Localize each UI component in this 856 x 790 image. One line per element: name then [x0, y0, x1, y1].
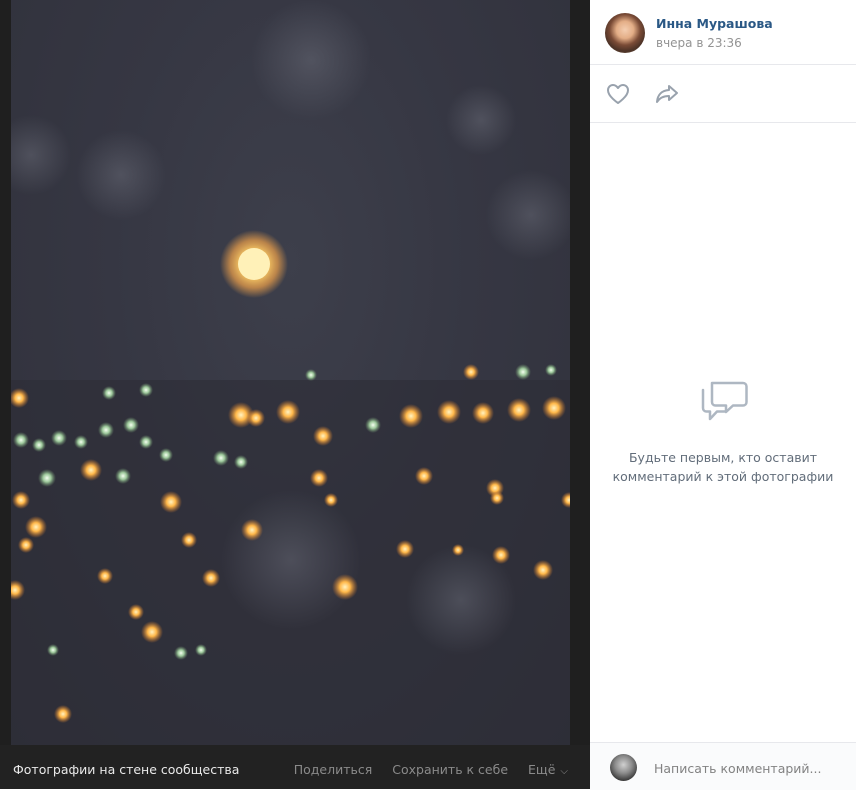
photo-actions: Поделиться Сохранить к себе Ещё ⌵: [294, 762, 568, 777]
author-header: Инна Мурашова вчера в 23:36: [590, 0, 856, 65]
comment-input[interactable]: Написать комментарий...: [654, 761, 821, 776]
speech-bubbles-icon: [701, 381, 748, 421]
night-city-photo[interactable]: [11, 0, 570, 745]
more-menu[interactable]: Ещё ⌵: [528, 762, 568, 777]
share-arrow-icon: [656, 85, 678, 103]
photo-pane: Фотографии на стене сообщества Поделитьс…: [0, 0, 590, 789]
empty-comments-text: Будьте первым, кто оставит комментарий к…: [590, 448, 856, 486]
author-avatar[interactable]: [605, 13, 645, 53]
album-caption-link[interactable]: Фотографии на стене сообщества: [13, 762, 239, 777]
empty-text-line-2: комментарий к этой фотографии: [612, 469, 834, 484]
comments-empty-state: Будьте первым, кто оставит комментарий к…: [590, 378, 856, 486]
current-user-avatar: [610, 754, 637, 781]
post-time[interactable]: вчера в 23:36: [656, 36, 742, 50]
photo-viewer: Фотографии на стене сообщества Поделитьс…: [0, 0, 856, 790]
reactions-bar: [590, 65, 856, 123]
chevron-down-icon: ⌵: [560, 766, 568, 777]
author-name-link[interactable]: Инна Мурашова: [656, 16, 773, 31]
more-label: Ещё: [528, 762, 556, 777]
share-button[interactable]: [654, 82, 680, 106]
empty-text-line-1: Будьте первым, кто оставит: [628, 450, 818, 465]
share-link[interactable]: Поделиться: [294, 762, 373, 777]
heart-icon: [607, 84, 629, 104]
save-to-self-link[interactable]: Сохранить к себе: [392, 762, 508, 777]
photo-info-bar: Фотографии на стене сообщества Поделитьс…: [0, 745, 590, 789]
photo-image: [11, 0, 570, 745]
comment-composer: Написать комментарий...: [590, 742, 856, 790]
photo-sidebar: Инна Мурашова вчера в 23:36 Будьте первы…: [590, 0, 856, 790]
like-button[interactable]: [605, 82, 631, 106]
